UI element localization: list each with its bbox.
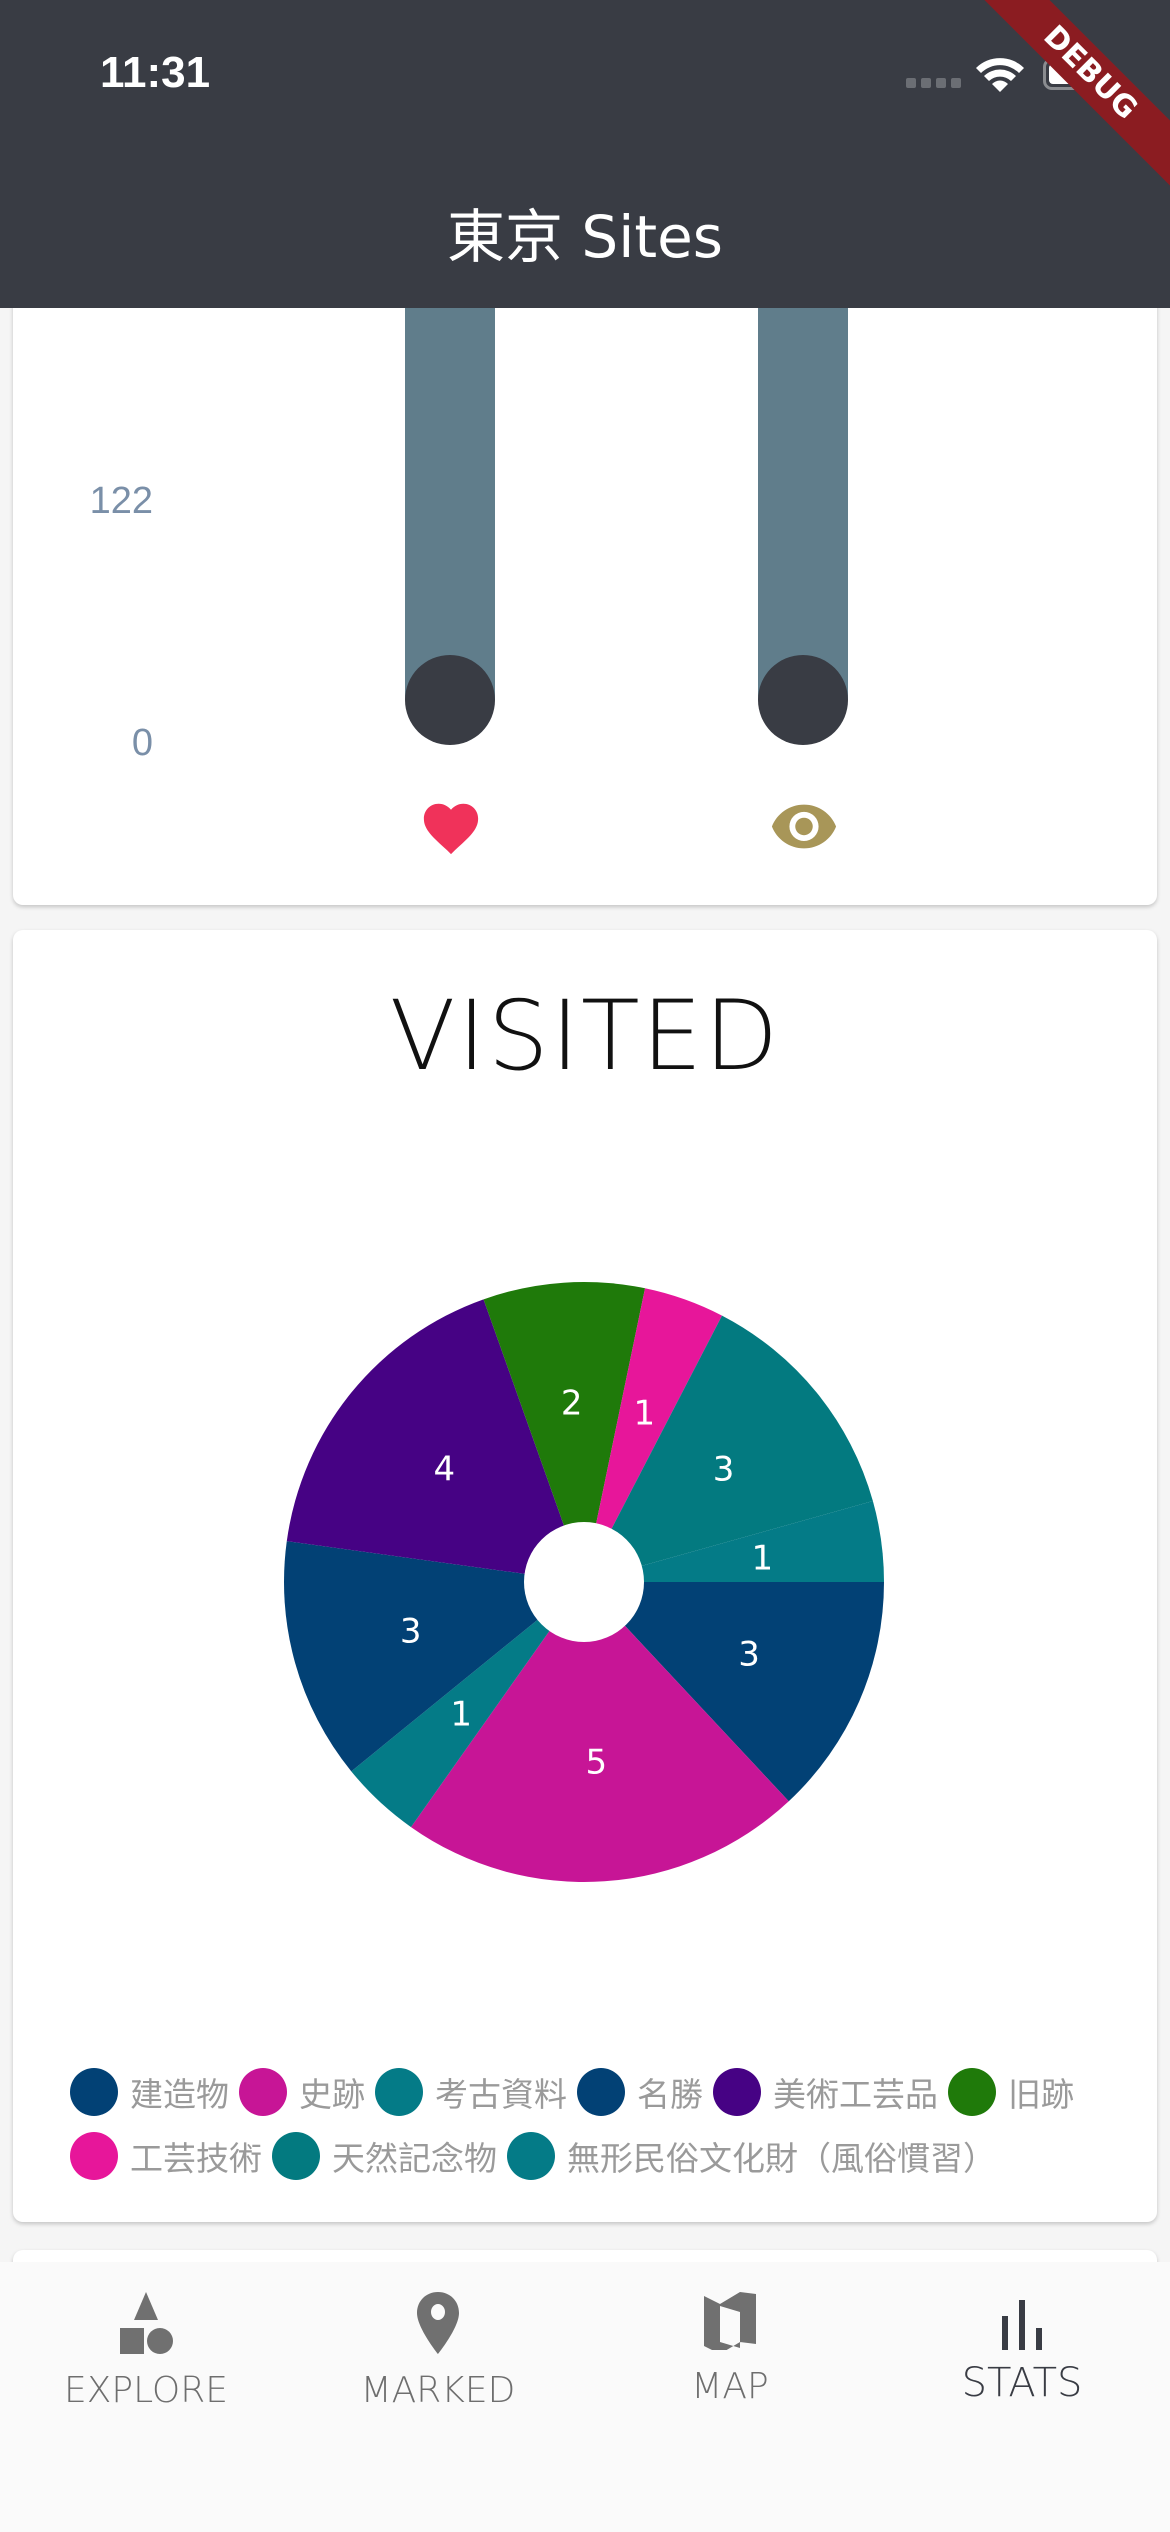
wifi-icon (976, 58, 1024, 92)
slice-value-label: 3 (400, 1612, 422, 1652)
legend-label: 建造物 (130, 2076, 229, 2113)
shapes-icon (120, 2292, 173, 2354)
slice-value-label: 1 (633, 1393, 655, 1433)
slice-value-label: 3 (713, 1449, 735, 1489)
bar-chart-icon (1002, 2300, 1042, 2350)
legend-label: 工芸技術 (130, 2140, 262, 2177)
legend-swatch (948, 2068, 996, 2116)
legend-label: 美術工芸品 (773, 2076, 938, 2113)
bar-visited (758, 250, 848, 700)
legend-swatch (375, 2068, 423, 2116)
pie-legend: 建造物 史跡 考古資料 名勝 美術工芸品 旧跡工芸技術 天然記念物 無形民俗文化財（風俗慣習） (70, 2067, 1130, 2181)
bar-knob (758, 655, 848, 745)
slice-value-label: 5 (585, 1743, 607, 1783)
nav-marked[interactable]: MARKED (292, 2292, 584, 2411)
donut-hole (524, 1522, 644, 1642)
legend-swatch (272, 2132, 320, 2180)
y-tick-label: 0 (131, 722, 153, 764)
slice-value-label: 4 (434, 1449, 456, 1489)
slice-value-label: 3 (738, 1635, 760, 1675)
favorites-visits-card: 122 0 (13, 250, 1157, 905)
slice-value-label: 1 (752, 1538, 774, 1578)
nav-stats[interactable]: STATS (876, 2292, 1168, 2406)
legend-label: 天然記念物 (332, 2140, 497, 2177)
nav-label: STATS (961, 2360, 1083, 2406)
legend-swatch (70, 2132, 118, 2180)
legend-swatch (239, 2068, 287, 2116)
legend-swatch (713, 2068, 761, 2116)
bar-favorites (405, 250, 495, 700)
slice-value-label: 2 (561, 1383, 583, 1423)
nav-label: MARKED (360, 2370, 516, 2411)
legend-item: 天然記念物 (272, 2131, 497, 2181)
legend-item: 建造物 (70, 2067, 229, 2117)
legend-label: 名勝 (637, 2076, 703, 2113)
legend-item: 美術工芸品 (713, 2067, 938, 2117)
y-tick-label: 122 (89, 480, 153, 522)
nav-explore[interactable]: EXPLORE (0, 2292, 292, 2411)
location-pin-icon (417, 2292, 459, 2354)
nav-label: MAP (691, 2366, 769, 2407)
legend-label: 旧跡 (1008, 2076, 1074, 2113)
legend-label: 無形民俗文化財（風俗慣習） (567, 2140, 996, 2177)
heart-icon (423, 803, 479, 855)
legend-item: 旧跡 (948, 2067, 1074, 2117)
nav-map[interactable]: MAP (584, 2292, 876, 2407)
legend-item: 工芸技術 (70, 2131, 262, 2181)
page-title: 東京 Sites (446, 203, 723, 271)
visited-pie-chart: 3 5 1 3 4 2 1 3 1 (284, 1282, 884, 1882)
visited-card: VISITED 351342131 建造物 史跡 考古資料 名勝 美術工芸品 旧跡 工芸技術… (13, 930, 1157, 2222)
map-icon (704, 2292, 756, 2350)
legend-label: 考古資料 (435, 2076, 567, 2113)
legend-swatch (70, 2068, 118, 2116)
nav-label: EXPLORE (64, 2370, 228, 2411)
bottom-navigation: EXPLORE MARKED MAP STATS (0, 2262, 1170, 2532)
legend-label: 史跡 (299, 2076, 365, 2113)
status-time: 11:31 (100, 48, 211, 97)
legend-item: 史跡 (239, 2067, 365, 2117)
legend-item: 名勝 (577, 2067, 703, 2117)
legend-item: 無形民俗文化財（風俗慣習） (507, 2131, 996, 2181)
legend-item: 考古資料 (375, 2067, 567, 2117)
cellular-signal-icon (906, 78, 961, 88)
legend-swatch (577, 2068, 625, 2116)
legend-swatch (507, 2132, 555, 2180)
bar-knob (405, 655, 495, 745)
eye-icon (771, 804, 837, 849)
app-bar: 11:31 東京 Sites (0, 0, 1170, 308)
slice-value-label: 1 (450, 1695, 472, 1735)
